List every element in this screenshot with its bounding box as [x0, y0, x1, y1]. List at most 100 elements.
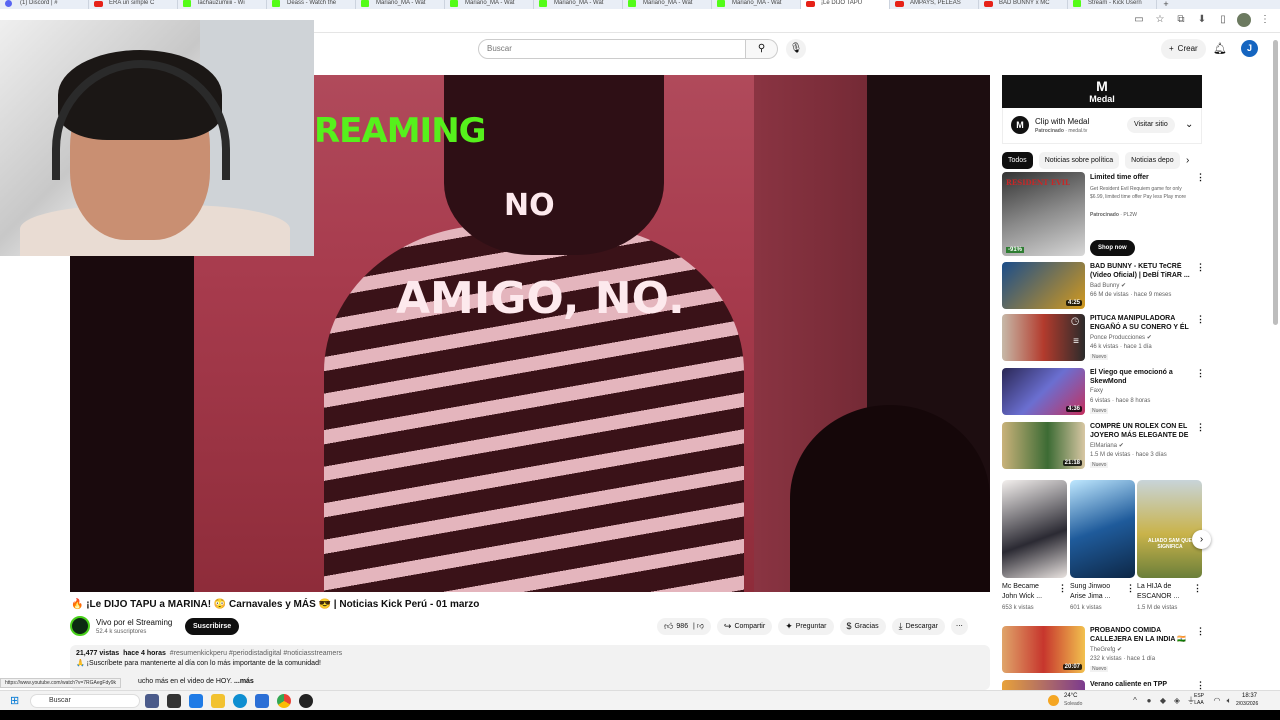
short-thumbnail[interactable] — [1070, 480, 1135, 578]
video-description[interactable]: 21,477 vistas hace 4 horas #resumenkickp… — [70, 645, 990, 690]
search-input[interactable]: Buscar — [478, 39, 746, 59]
more-vert-icon[interactable]: ⋮ — [1193, 583, 1202, 594]
more-vert-icon[interactable]: ⋮ — [1196, 680, 1202, 690]
volume-icon[interactable]: 🔈︎ — [1224, 696, 1234, 706]
input-language[interactable]: ESP LAA — [1194, 693, 1204, 707]
browser-tab[interactable]: AMPAYS, PELEAS — [890, 0, 979, 9]
related-video[interactable]: Verano caliente en TPP ⋮ — [1002, 680, 1202, 690]
promo-thumbnail[interactable]: RESIDENT EVIL -91% — [1002, 172, 1085, 256]
tray-app-icon[interactable]: ● — [1144, 696, 1154, 706]
browser-tab[interactable]: (1) Discord | # — [0, 0, 89, 9]
browser-tab[interactable]: Mariano_MA - Wat — [534, 0, 623, 9]
short-thumbnail[interactable]: ALIADO SAM QUE SIGNIFICA — [1137, 480, 1202, 578]
wifi-icon[interactable]: ◠ — [1212, 696, 1222, 706]
shorts-next-button[interactable]: › — [1192, 530, 1211, 549]
short-thumbnail[interactable] — [1002, 480, 1067, 578]
chevron-right-icon[interactable]: › — [1186, 155, 1189, 166]
ask-button[interactable]: ✦ Preguntar — [778, 618, 834, 635]
scrollbar-thumb[interactable] — [1273, 40, 1278, 325]
more-vert-icon[interactable]: ⋮ — [1196, 626, 1205, 637]
ad-title[interactable]: Clip with Medal — [1035, 117, 1089, 126]
video-thumbnail[interactable]: 20:07 — [1002, 626, 1085, 673]
new-tab-button[interactable]: + — [1157, 0, 1175, 9]
more-vert-icon[interactable]: ⋮ — [1126, 583, 1135, 594]
subscribe-button[interactable]: Suscribirse — [185, 618, 240, 635]
more-actions-button[interactable]: ⋯ — [950, 618, 968, 635]
video-thumbnail[interactable] — [1002, 680, 1085, 690]
create-button[interactable]: + Crear — [1161, 39, 1206, 59]
downloads-icon[interactable]: ⬇ — [1195, 13, 1209, 27]
show-more-link[interactable]: ...más — [234, 678, 254, 685]
copilot-icon[interactable] — [189, 694, 203, 708]
page-scrollbar[interactable] — [1273, 40, 1278, 690]
related-video[interactable]: 4:36 El Viego que emocionó a SkewMond Fa… — [1002, 368, 1205, 418]
video-thumbnail[interactable]: 4:36 — [1002, 368, 1085, 415]
sidebar-toggle-icon[interactable]: ▯ — [1216, 13, 1230, 27]
add-to-queue-icon[interactable]: ≡ — [1073, 336, 1079, 347]
more-vert-icon[interactable]: ⋮ — [1196, 368, 1205, 379]
notifications-bell-icon[interactable]: 🔔︎ — [1212, 39, 1228, 59]
chip-all[interactable]: Todos — [1002, 152, 1033, 169]
video-thumbnail[interactable]: 🕒︎ ≡ — [1002, 314, 1085, 361]
hashtags[interactable]: #resumenkickperu #periodistadigital #not… — [170, 650, 342, 657]
browser-tab[interactable]: Mariano_MA - Wat — [623, 0, 712, 9]
browser-tab[interactable]: BAD BUNNY x MC — [979, 0, 1068, 9]
short-item[interactable]: Mc Became John Wick ... 653 k vistas ⋮ — [1002, 480, 1067, 618]
store-icon[interactable] — [255, 694, 269, 708]
share-button[interactable]: ↪ Compartir — [716, 618, 773, 635]
task-view-icon[interactable] — [145, 694, 159, 708]
more-vert-icon[interactable]: ⋮ — [1196, 314, 1205, 325]
browser-tab-active[interactable]: ¡Le DIJO TAPU — [801, 0, 890, 9]
more-vert-icon[interactable]: ⋮ — [1196, 172, 1205, 183]
more-vert-icon[interactable]: ⋮ — [1196, 422, 1205, 433]
voice-search-button[interactable]: 🎙 — [786, 39, 806, 59]
browser-menu-icon[interactable]: ⋮ — [1258, 13, 1272, 27]
like-button[interactable]: 👍︎ 986 | 👎︎ — [657, 618, 711, 635]
promoted-item[interactable]: RESIDENT EVIL -91% Limited time offer Ge… — [1002, 172, 1205, 258]
browser-tab[interactable]: Mariano_MA - Wat — [445, 0, 534, 9]
search-button[interactable]: ⚲ — [746, 39, 778, 59]
windows-start-icon[interactable]: ⊞ — [10, 695, 22, 707]
chip-politics-news[interactable]: Noticias sobre política — [1038, 152, 1120, 169]
account-avatar[interactable]: J — [1241, 40, 1258, 57]
obs-icon[interactable] — [299, 694, 313, 708]
clock-time[interactable]: 18:37 — [1242, 693, 1257, 699]
more-vert-icon[interactable]: ⋮ — [1196, 262, 1205, 273]
related-video[interactable]: 4:25 BAD BUNNY - KETU TeCRÉ (Video Ofici… — [1002, 262, 1205, 312]
browser-tab[interactable]: lachauzumiiii - Wi — [178, 0, 267, 9]
cast-icon[interactable]: ▭ — [1132, 13, 1146, 27]
chevron-up-icon[interactable]: ^ — [1130, 696, 1140, 706]
video-thumbnail[interactable]: 4:25 — [1002, 262, 1085, 309]
browser-tab[interactable]: Deass - Watch the — [267, 0, 356, 9]
channel-name[interactable]: Vivo por el Streaming — [96, 618, 172, 627]
related-video[interactable]: 20:07 PROBANDO COMIDA CALLEJERA EN LA IN… — [1002, 626, 1205, 676]
extensions-icon[interactable]: ⧉ — [1174, 13, 1188, 27]
file-explorer-icon[interactable] — [211, 694, 225, 708]
thumbs-down-icon[interactable]: | 👎︎ — [691, 618, 704, 635]
sun-weather-icon[interactable] — [1048, 695, 1059, 706]
chrome-icon[interactable] — [277, 694, 291, 708]
taskbar-search[interactable]: Buscar — [30, 694, 140, 708]
bookmark-star-icon[interactable]: ☆ — [1153, 13, 1167, 27]
short-item[interactable]: ALIADO SAM QUE SIGNIFICA La HIJA de ESCA… — [1137, 480, 1202, 618]
clock-date[interactable]: 2/03/2026 — [1236, 701, 1258, 707]
thanks-button[interactable]: $ Gracias — [839, 618, 886, 635]
browser-profile-avatar[interactable] — [1237, 13, 1251, 27]
more-vert-icon[interactable]: ⋮ — [1058, 583, 1067, 594]
shield-icon[interactable]: ◈ — [1172, 696, 1182, 706]
related-video[interactable]: 21:18 COMPRÉ UN ROLEX CON EL JOYERO MÁS … — [1002, 422, 1205, 472]
tray-app-icon[interactable]: ◆ — [1158, 696, 1168, 706]
related-video[interactable]: 🕒︎ ≡ PITUCA MANIPULADORA ENGAÑÓ A SU CONE… — [1002, 314, 1205, 364]
ad-banner[interactable]: M Medal — [1002, 75, 1202, 108]
browser-tab[interactable]: Mariano_MA - Wat — [712, 0, 801, 9]
video-thumbnail[interactable]: 21:18 — [1002, 422, 1085, 469]
watch-later-icon[interactable]: 🕒︎ — [1071, 317, 1079, 328]
short-item[interactable]: Sung Jinwoo Arise Jima ... 601 k vistas … — [1070, 480, 1135, 618]
visit-site-button[interactable]: Visitar sitio — [1127, 117, 1175, 133]
chip-sports-news[interactable]: Noticias depo — [1125, 152, 1180, 169]
download-button[interactable]: ⤓ Descargar — [891, 618, 945, 635]
browser-tab[interactable]: Mariano_MA - Wat — [356, 0, 445, 9]
shop-now-button[interactable]: Shop now — [1090, 240, 1135, 256]
browser-tab[interactable]: Stream - Kick Usern — [1068, 0, 1157, 9]
channel-avatar[interactable] — [70, 616, 90, 636]
